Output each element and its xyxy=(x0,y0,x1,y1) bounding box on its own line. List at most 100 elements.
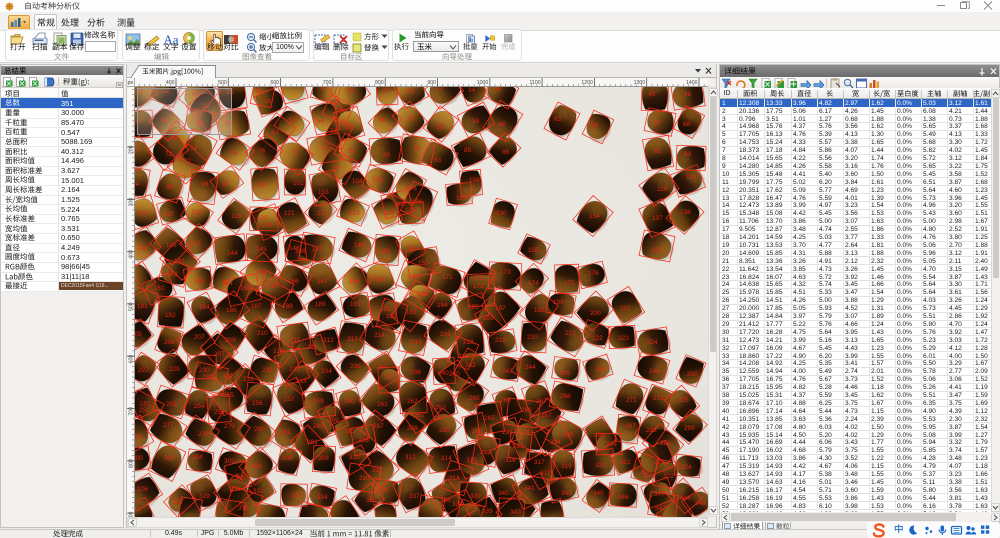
svg-text:292: 292 xyxy=(472,428,483,435)
svg-text:300: 300 xyxy=(129,198,135,207)
svg-text:148: 148 xyxy=(354,242,365,249)
svg-text:600: 600 xyxy=(129,355,135,364)
svg-text:400: 400 xyxy=(166,80,175,86)
svg-text:262: 262 xyxy=(407,398,418,405)
svg-text:107: 107 xyxy=(456,195,467,202)
svg-text:150: 150 xyxy=(406,245,417,252)
svg-text:75: 75 xyxy=(230,150,238,157)
svg-text:700: 700 xyxy=(129,407,135,416)
svg-text:296: 296 xyxy=(594,432,605,439)
svg-text:78: 78 xyxy=(332,165,340,172)
svg-text:173: 173 xyxy=(500,269,511,276)
svg-text:340: 340 xyxy=(510,509,521,516)
svg-text:93: 93 xyxy=(684,151,692,158)
svg-text:319: 319 xyxy=(561,463,572,470)
svg-text:54: 54 xyxy=(330,128,338,135)
svg-text:338: 338 xyxy=(452,501,463,508)
svg-text:348: 348 xyxy=(680,495,691,502)
svg-text:283: 283 xyxy=(313,423,324,430)
svg-text:236: 236 xyxy=(350,363,361,370)
svg-text:309: 309 xyxy=(318,455,329,462)
svg-text:400: 400 xyxy=(129,250,135,259)
svg-text:108: 108 xyxy=(469,177,480,184)
svg-text:57: 57 xyxy=(408,116,416,123)
svg-text:33: 33 xyxy=(436,87,444,91)
svg-text:187: 187 xyxy=(251,303,262,310)
svg-text:316: 316 xyxy=(505,457,516,464)
svg-text:170: 170 xyxy=(408,274,419,281)
svg-text:281: 281 xyxy=(280,429,291,436)
svg-text:293: 293 xyxy=(502,429,513,436)
svg-text:211: 211 xyxy=(290,337,301,344)
svg-text:172: 172 xyxy=(473,275,484,282)
svg-text:77: 77 xyxy=(291,149,299,156)
svg-text:306: 306 xyxy=(251,463,262,470)
svg-text:305: 305 xyxy=(224,458,235,465)
svg-text:176: 176 xyxy=(588,270,599,277)
svg-text:339: 339 xyxy=(482,508,493,515)
svg-text:250: 250 xyxy=(687,371,698,378)
svg-text:46: 46 xyxy=(684,91,692,98)
svg-text:28: 28 xyxy=(319,87,327,91)
svg-text:130: 130 xyxy=(496,210,507,217)
svg-text:165: 165 xyxy=(256,269,267,276)
svg-text:74: 74 xyxy=(190,145,198,152)
svg-text:147: 147 xyxy=(312,246,323,253)
svg-text:188: 188 xyxy=(282,303,293,310)
svg-text:115: 115 xyxy=(686,174,697,181)
svg-text:322: 322 xyxy=(663,473,674,480)
svg-text:26: 26 xyxy=(255,88,263,95)
svg-text:233: 233 xyxy=(296,378,307,385)
svg-text:265: 265 xyxy=(484,415,495,422)
svg-text:159: 159 xyxy=(651,247,662,254)
svg-text:347: 347 xyxy=(654,491,665,498)
svg-text:192: 192 xyxy=(386,313,397,320)
svg-text:120: 120 xyxy=(257,215,268,222)
svg-text:253: 253 xyxy=(166,401,177,408)
svg-text:181: 181 xyxy=(137,303,148,310)
svg-text:106: 106 xyxy=(412,199,423,206)
svg-text:302: 302 xyxy=(164,455,175,462)
svg-text:198: 198 xyxy=(534,307,545,314)
svg-text:326: 326 xyxy=(137,486,148,493)
svg-text:280: 280 xyxy=(254,426,265,433)
svg-text:31: 31 xyxy=(407,88,415,95)
svg-text:119: 119 xyxy=(231,213,242,220)
svg-text:271: 271 xyxy=(626,397,637,404)
svg-text:72: 72 xyxy=(165,151,173,158)
svg-text:68: 68 xyxy=(683,121,691,128)
svg-text:331: 331 xyxy=(253,488,264,495)
svg-text:104: 104 xyxy=(352,178,363,185)
svg-text:245: 245 xyxy=(559,370,570,377)
svg-text:195: 195 xyxy=(468,304,479,311)
svg-text:320: 320 xyxy=(595,462,606,469)
svg-text:199: 199 xyxy=(553,299,564,306)
svg-text:103: 103 xyxy=(318,189,329,196)
svg-text:120: 120 xyxy=(262,222,273,229)
svg-text:194: 194 xyxy=(437,302,448,309)
svg-text:310: 310 xyxy=(349,454,360,461)
svg-text:206: 206 xyxy=(164,339,175,346)
svg-text:300: 300 xyxy=(135,455,143,462)
svg-text:1400: 1400 xyxy=(686,80,698,86)
svg-text:116: 116 xyxy=(138,210,149,217)
svg-text:162: 162 xyxy=(167,271,178,278)
svg-text:315: 315 xyxy=(466,457,477,464)
svg-text:267: 267 xyxy=(541,412,552,419)
svg-text:230: 230 xyxy=(202,374,213,381)
svg-text:34: 34 xyxy=(468,87,476,94)
svg-text:262: 262 xyxy=(414,412,425,419)
svg-text:81: 81 xyxy=(414,145,422,152)
svg-text:314: 314 xyxy=(449,475,460,482)
svg-text:182: 182 xyxy=(165,312,176,319)
svg-text:146: 146 xyxy=(295,248,306,255)
svg-text:254: 254 xyxy=(194,403,205,410)
svg-text:324: 324 xyxy=(681,464,692,471)
svg-text:290: 290 xyxy=(439,427,450,434)
svg-text:220: 220 xyxy=(527,334,538,341)
svg-text:700: 700 xyxy=(323,80,332,86)
svg-text:343: 343 xyxy=(561,490,572,497)
svg-text:238: 238 xyxy=(410,369,421,376)
svg-text:76: 76 xyxy=(258,148,266,155)
svg-text:48: 48 xyxy=(170,135,178,142)
